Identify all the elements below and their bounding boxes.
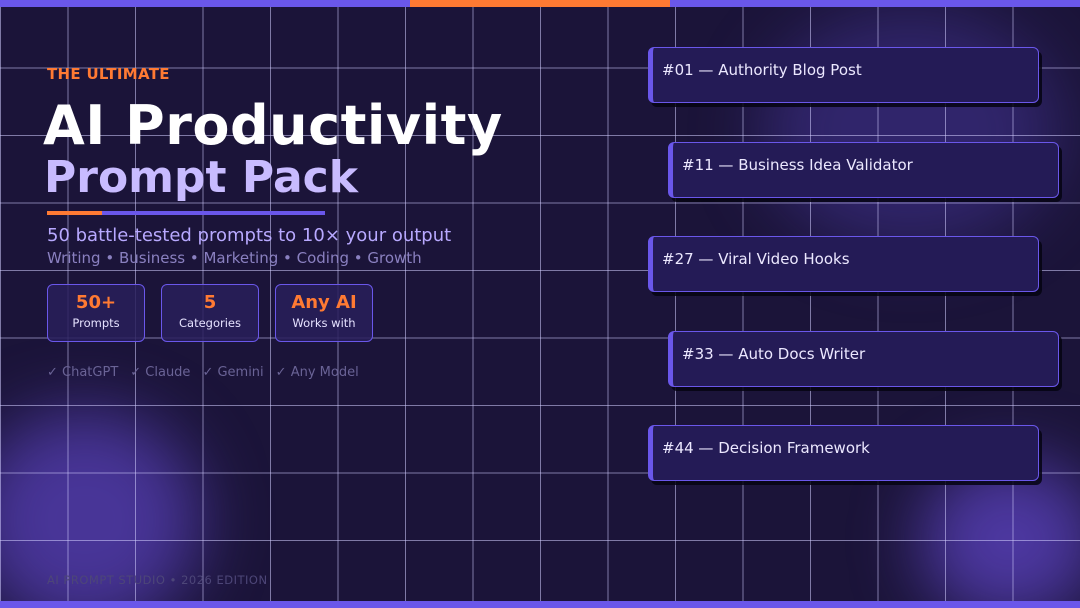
eyebrow-text: THE ULTIMATE xyxy=(47,65,170,83)
subtitle: 50 battle-tested prompts to 10× your out… xyxy=(47,225,452,246)
prompt-card: #01 — Authority Blog Post xyxy=(648,47,1039,103)
prompt-card: #33 — Auto Docs Writer xyxy=(668,331,1059,387)
title-underline-orange xyxy=(47,211,102,215)
prompt-card-label: #11 — Business Idea Validator xyxy=(682,156,913,174)
page-title: AI Productivity xyxy=(43,94,503,157)
stat-categories: 5 Categories xyxy=(161,284,259,342)
compatibility-list: ✓ ChatGPT ✓ Claude ✓ Gemini ✓ Any Model xyxy=(47,365,359,380)
stat-label: Prompts xyxy=(72,316,120,330)
prompt-card: #44 — Decision Framework xyxy=(648,425,1039,481)
compat-item-claude: ✓ Claude xyxy=(130,365,191,380)
prompt-card-label: #01 — Authority Blog Post xyxy=(662,61,862,79)
compat-item-any-model: ✓ Any Model xyxy=(275,365,359,380)
prompt-card: #27 — Viral Video Hooks xyxy=(648,236,1039,292)
top-orange-accent xyxy=(410,0,670,7)
stat-value: 50+ xyxy=(75,292,117,313)
prompt-card: #11 — Business Idea Validator xyxy=(668,142,1059,198)
promo-banner: THE ULTIMATE AI Productivity Prompt Pack… xyxy=(0,0,1080,608)
prompt-card-label: #44 — Decision Framework xyxy=(662,439,870,457)
stat-value: Any AI xyxy=(291,292,357,313)
prompt-card-label: #27 — Viral Video Hooks xyxy=(662,250,850,268)
page-title-secondary: Prompt Pack xyxy=(44,152,358,203)
stat-label: Works with xyxy=(292,316,356,330)
stat-label: Categories xyxy=(179,316,241,330)
compat-item-gemini: ✓ Gemini xyxy=(202,365,264,380)
topic-list: Writing • Business • Marketing • Coding … xyxy=(47,249,422,267)
title-underline-purple xyxy=(102,211,325,215)
bottom-accent-bar xyxy=(0,601,1080,608)
footer-text: AI PROMPT STUDIO • 2026 EDITION xyxy=(47,573,268,587)
prompt-card-label: #33 — Auto Docs Writer xyxy=(682,345,866,363)
stat-value: 5 xyxy=(203,292,217,313)
compat-item-chatgpt: ✓ ChatGPT xyxy=(47,365,119,380)
stat-compatibility: Any AI Works with xyxy=(275,284,373,342)
stat-prompts: 50+ Prompts xyxy=(47,284,145,342)
